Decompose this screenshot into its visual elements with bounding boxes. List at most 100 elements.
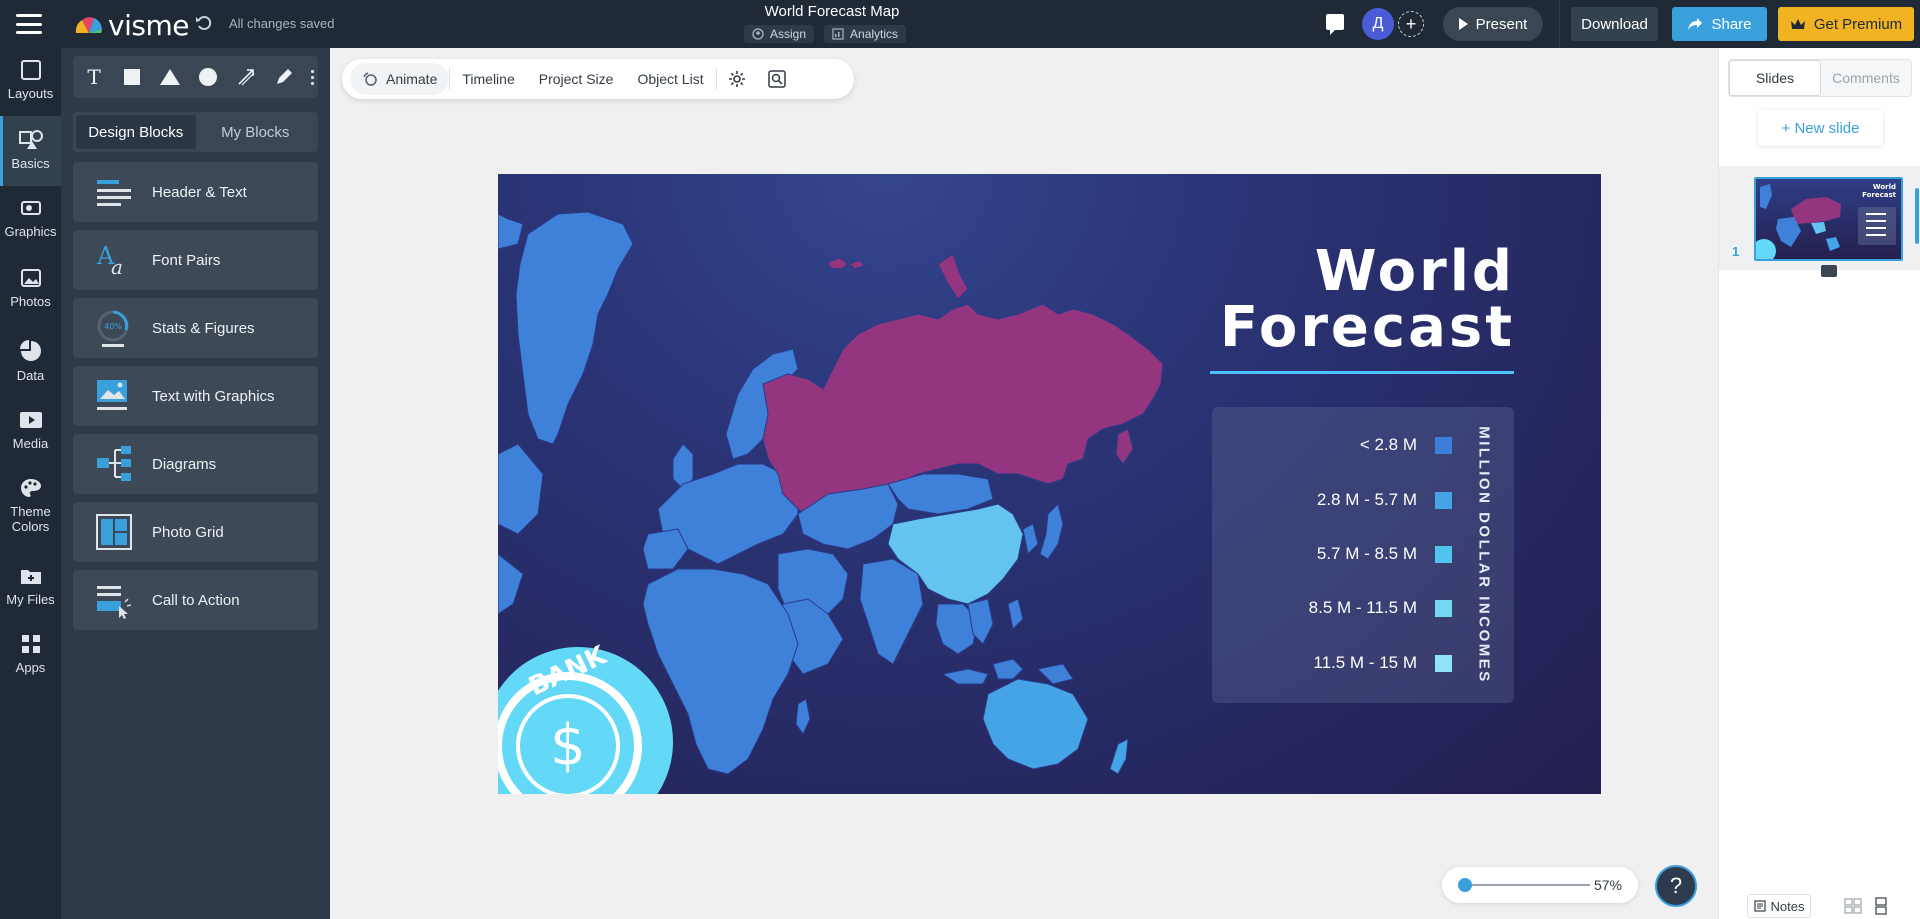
slide-canvas[interactable]: BANK $ World Forecast < 2.8 M 2.8 M - 5.… bbox=[498, 174, 1601, 794]
play-icon bbox=[1458, 18, 1468, 30]
legend-item: 5.7 M - 8.5 M bbox=[1317, 542, 1452, 566]
slide-thumbnail[interactable]: World Forecast bbox=[1754, 177, 1903, 261]
tab-slides[interactable]: Slides bbox=[1729, 60, 1821, 96]
block-stats-figures[interactable]: 40% Stats & Figures bbox=[73, 298, 318, 358]
present-button[interactable]: Present bbox=[1443, 7, 1543, 41]
rail-item-apps[interactable]: Apps bbox=[0, 622, 61, 690]
animate-icon bbox=[363, 72, 377, 86]
header-text-icon bbox=[97, 180, 131, 206]
assign-button[interactable]: Assign bbox=[744, 25, 815, 43]
palette-icon bbox=[20, 479, 41, 497]
text-with-graphics-icon bbox=[97, 380, 127, 410]
get-premium-button[interactable]: Get Premium bbox=[1778, 7, 1914, 41]
comments-icon[interactable] bbox=[1326, 14, 1344, 35]
more-tools-icon[interactable] bbox=[307, 62, 317, 92]
map-region-japan bbox=[1039, 503, 1064, 560]
project-actions: Assign Analytics bbox=[744, 25, 907, 43]
animate-button[interactable]: Animate bbox=[350, 63, 450, 95]
legend-swatch bbox=[1435, 599, 1452, 617]
block-text-with-graphics[interactable]: Text with Graphics bbox=[73, 366, 318, 426]
block-label: Header & Text bbox=[152, 183, 247, 201]
timeline-button[interactable]: Timeline bbox=[450, 63, 526, 95]
map-region-novaya-zemlya bbox=[937, 253, 969, 300]
rail-item-media[interactable]: Media bbox=[0, 398, 61, 466]
rectangle-tool-icon[interactable] bbox=[117, 62, 147, 92]
block-call-to-action[interactable]: Call to Action bbox=[73, 570, 318, 630]
crown-icon bbox=[1790, 18, 1805, 29]
map-region-indonesia bbox=[942, 668, 989, 685]
find-replace-icon[interactable] bbox=[757, 63, 797, 95]
analytics-icon bbox=[832, 28, 844, 40]
rail-item-photos[interactable]: Photos bbox=[0, 256, 61, 324]
tab-design-blocks[interactable]: Design Blocks bbox=[76, 115, 196, 149]
bank-badge[interactable]: BANK $ bbox=[498, 640, 673, 794]
zoom-slider-handle[interactable] bbox=[1457, 878, 1472, 892]
slide-options-icon[interactable] bbox=[1821, 265, 1837, 277]
tab-my-blocks[interactable]: My Blocks bbox=[196, 115, 316, 149]
legend-item: < 2.8 M bbox=[1360, 433, 1452, 457]
title-underline[interactable] bbox=[1210, 371, 1514, 374]
folder-icon bbox=[20, 570, 41, 584]
pie-chart-icon bbox=[19, 340, 41, 361]
rail-label-theme-colors: Theme Colors bbox=[10, 504, 51, 534]
basics-icon bbox=[18, 130, 43, 149]
block-header-text[interactable]: Header & Text bbox=[73, 162, 318, 222]
animate-label: Animate bbox=[386, 71, 438, 87]
map-region-indonesia bbox=[992, 658, 1024, 680]
legend-swatch bbox=[1435, 491, 1452, 509]
triangle-tool-icon[interactable] bbox=[155, 62, 185, 92]
notes-icon bbox=[1753, 900, 1766, 912]
line-tool-icon[interactable] bbox=[231, 62, 261, 92]
rail-item-theme-colors[interactable]: Theme Colors bbox=[0, 466, 61, 554]
apps-icon bbox=[21, 635, 40, 653]
block-label: Font Pairs bbox=[152, 251, 221, 269]
project-size-button[interactable]: Project Size bbox=[527, 63, 626, 95]
notes-button[interactable]: Notes bbox=[1747, 894, 1811, 918]
legend-box[interactable]: < 2.8 M 2.8 M - 5.7 M 5.7 M - 8.5 M 8.5 … bbox=[1212, 407, 1514, 703]
thumbnail-scroll-indicator[interactable] bbox=[1915, 188, 1919, 244]
map-region-north-america-edge bbox=[498, 213, 524, 250]
rail-item-graphics[interactable]: Graphics bbox=[0, 186, 61, 254]
help-button[interactable]: ? bbox=[1655, 865, 1697, 907]
block-label: Call to Action bbox=[152, 591, 240, 609]
tab-comments[interactable]: Comments bbox=[1821, 60, 1911, 96]
analytics-button[interactable]: Analytics bbox=[824, 25, 907, 43]
settings-icon[interactable] bbox=[717, 63, 757, 95]
map-region-north-america-edge bbox=[498, 553, 524, 615]
slide-title[interactable]: World Forecast bbox=[1220, 244, 1515, 356]
block-diagrams[interactable]: Diagrams bbox=[73, 434, 318, 494]
context-toolbar: Animate Timeline Project Size Object Lis… bbox=[342, 59, 854, 99]
pen-tool-icon[interactable] bbox=[269, 62, 299, 92]
map-region-north-america-edge bbox=[498, 443, 544, 535]
circle-tool-icon[interactable] bbox=[193, 62, 223, 92]
panel-tabs: Design Blocks My Blocks bbox=[73, 112, 318, 152]
graphics-icon bbox=[20, 201, 41, 215]
rail-item-data[interactable]: Data bbox=[0, 328, 61, 396]
block-font-pairs[interactable]: Aa Font Pairs bbox=[73, 230, 318, 290]
stats-icon-text: 40% bbox=[104, 322, 122, 331]
rail-item-my-files[interactable]: My Files bbox=[0, 554, 61, 622]
zoom-slider-track[interactable] bbox=[1462, 884, 1590, 886]
legend-item: 11.5 M - 15 M bbox=[1313, 651, 1452, 675]
rail-item-basics[interactable]: Basics bbox=[0, 116, 61, 186]
list-view-icon[interactable] bbox=[1871, 896, 1891, 916]
zoom-control: 57% bbox=[1442, 867, 1638, 903]
add-user-icon[interactable]: + bbox=[1398, 11, 1424, 37]
map-region-madagascar bbox=[795, 698, 811, 735]
slide-thumbnail-row[interactable]: 1 World Forecast bbox=[1719, 166, 1920, 277]
new-slide-button[interactable]: + New slide bbox=[1758, 110, 1883, 146]
map-region-indonesia bbox=[1037, 663, 1074, 685]
map-region-kamchatka bbox=[1115, 428, 1134, 465]
rail-item-layouts[interactable]: Layouts bbox=[0, 48, 61, 116]
share-button[interactable]: Share bbox=[1672, 7, 1767, 41]
download-button[interactable]: Download bbox=[1571, 7, 1658, 41]
assign-label: Assign bbox=[770, 27, 807, 41]
block-label: Stats & Figures bbox=[152, 319, 255, 337]
avatar[interactable]: Д bbox=[1362, 8, 1394, 40]
block-photo-grid[interactable]: Photo Grid bbox=[73, 502, 318, 562]
legend-label: 5.7 M - 8.5 M bbox=[1316, 544, 1417, 563]
text-tool-icon[interactable]: T bbox=[79, 62, 109, 92]
map-region-india bbox=[859, 558, 924, 665]
grid-view-icon[interactable] bbox=[1843, 896, 1863, 916]
object-list-button[interactable]: Object List bbox=[625, 63, 715, 95]
